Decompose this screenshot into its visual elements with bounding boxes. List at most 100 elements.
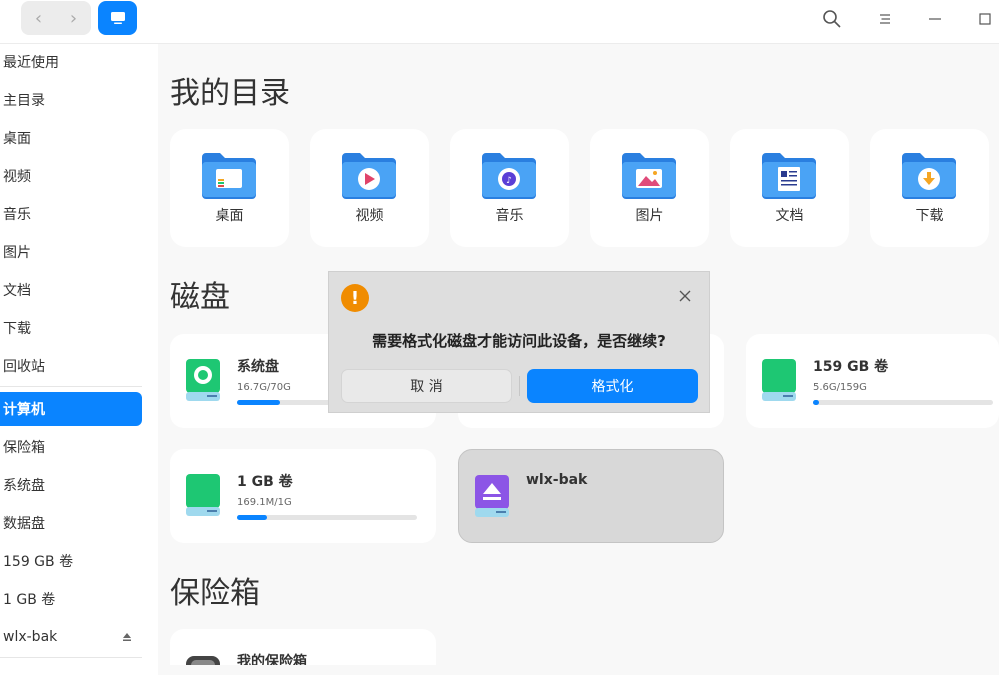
search-button[interactable] — [819, 6, 845, 32]
sidebar-item-label: 159 GB 卷 — [3, 554, 74, 570]
warning-icon: ! — [341, 284, 369, 312]
sidebar-item-label: 下载 — [3, 321, 31, 337]
dialog-message: 需要格式化磁盘才能访问此设备，是否继续? — [372, 332, 666, 350]
close-icon[interactable] — [677, 288, 693, 304]
folder-label: 下载 — [915, 208, 944, 224]
chevron-left-icon: ‹ — [34, 7, 43, 29]
folder-label: 文档 — [775, 208, 804, 224]
forward-button[interactable]: › — [56, 1, 91, 35]
sidebar-item-computer[interactable]: 计算机 — [0, 392, 142, 426]
volume-disk-icon — [186, 474, 220, 516]
sidebar-item-label: 文档 — [3, 283, 31, 299]
menu-icon — [880, 14, 890, 24]
monitor-icon — [110, 12, 125, 24]
folder-label: 视频 — [355, 208, 384, 224]
cancel-button[interactable]: 取 消 — [341, 369, 512, 403]
disk-usage-fill — [237, 400, 281, 405]
sidebar-item-label: 系统盘 — [3, 478, 45, 494]
sidebar-item-data-disk[interactable]: 数据盘 — [0, 506, 142, 540]
sidebar-divider — [0, 386, 142, 387]
sidebar-item-label: 计算机 — [3, 402, 45, 418]
disk-card-1gb[interactable]: 1 GB 卷 169.1M/1G — [170, 449, 436, 543]
folder-card-pictures[interactable]: 图片 — [590, 129, 709, 247]
sidebar-item-downloads[interactable]: 下载 — [0, 311, 142, 345]
maximize-button[interactable] — [972, 6, 998, 32]
format-button[interactable]: 格式化 — [527, 369, 698, 403]
sidebar-item-videos[interactable]: 视频 — [0, 159, 142, 193]
sidebar-item-desktop[interactable]: 桌面 — [0, 121, 142, 155]
sidebar-item-label: wlx-bak — [3, 629, 58, 645]
folder-label: 图片 — [635, 208, 664, 224]
music-folder-icon: ♪ — [482, 153, 536, 199]
button-divider — [519, 376, 520, 396]
sidebar-item-1gb-volume[interactable]: 1 GB 卷 — [0, 582, 142, 616]
sidebar-item-vault[interactable]: 保险箱 — [0, 430, 142, 464]
sidebar-item-pictures[interactable]: 图片 — [0, 235, 142, 269]
download-folder-icon — [902, 153, 956, 199]
sidebar-item-music[interactable]: 音乐 — [0, 197, 142, 231]
vault-card[interactable]: 我的保险箱 — [170, 629, 436, 665]
folder-card-videos[interactable]: 视频 — [310, 129, 429, 247]
disk-name: 159 GB 卷 — [813, 359, 889, 375]
sidebar-item-trash[interactable]: 回收站 — [0, 349, 142, 383]
sidebar-item-159gb-volume[interactable]: 159 GB 卷 — [0, 544, 142, 578]
sidebar-item-label: 回收站 — [3, 359, 45, 375]
sidebar-item-documents[interactable]: 文档 — [0, 273, 142, 307]
format-dialog: ! 需要格式化磁盘才能访问此设备，是否继续? 取 消 格式化 — [328, 271, 710, 413]
sidebar-item-label: 音乐 — [3, 207, 31, 223]
sidebar-item-label: 桌面 — [3, 131, 31, 147]
search-icon — [823, 10, 841, 28]
picture-folder-icon — [622, 153, 676, 199]
sidebar: 最近使用 主目录 桌面 视频 音乐 图片 文档 下载 回收站 计算机 保险箱 系… — [0, 44, 158, 675]
removable-disk-icon — [475, 475, 509, 517]
back-button[interactable]: ‹ — [21, 1, 56, 35]
sidebar-item-home[interactable]: 主目录 — [0, 83, 142, 117]
folder-label: 音乐 — [495, 208, 524, 224]
title-bar: ‹ › — [0, 0, 999, 44]
sidebar-item-recent[interactable]: 最近使用 — [0, 45, 142, 79]
sidebar-item-system-disk[interactable]: 系统盘 — [0, 468, 142, 502]
disk-name: 1 GB 卷 — [237, 474, 293, 490]
sidebar-item-label: 最近使用 — [3, 55, 59, 71]
video-folder-icon — [342, 153, 396, 199]
disk-card-159gb[interactable]: 159 GB 卷 5.6G/159G — [746, 334, 999, 428]
disk-usage-fill — [237, 515, 267, 520]
disk-card-wlx-bak[interactable]: wlx-bak — [458, 449, 724, 543]
folder-card-desktop[interactable]: 桌面 — [170, 129, 289, 247]
disk-name: wlx-bak — [526, 472, 588, 488]
vault-icon — [186, 656, 220, 665]
sidebar-item-wlx-bak[interactable]: wlx-bak — [0, 620, 142, 654]
vault-name: 我的保险箱 — [237, 654, 307, 665]
document-folder-icon — [762, 153, 816, 199]
minimize-button[interactable] — [922, 6, 948, 32]
disk-name: 系统盘 — [237, 359, 279, 375]
folder-card-documents[interactable]: 文档 — [730, 129, 849, 247]
eject-icon[interactable] — [122, 632, 132, 642]
sidebar-divider — [0, 657, 142, 658]
system-disk-icon — [186, 359, 220, 401]
sidebar-item-label: 保险箱 — [3, 440, 45, 456]
view-mode-button[interactable] — [98, 1, 137, 35]
disks-title: 磁盘 — [170, 280, 230, 315]
sidebar-item-label: 数据盘 — [3, 516, 45, 532]
minimize-icon — [929, 18, 941, 20]
sidebar-item-label: 视频 — [3, 169, 31, 185]
folder-card-music[interactable]: ♪ 音乐 — [450, 129, 569, 247]
svg-text:♪: ♪ — [506, 176, 512, 186]
disk-usage-fill — [813, 400, 820, 405]
desktop-folder-icon — [202, 153, 256, 199]
disk-usage: 16.7G/70G — [237, 382, 291, 393]
volume-disk-icon — [762, 359, 796, 401]
disk-usage-bar — [237, 515, 417, 520]
folder-card-downloads[interactable]: 下载 — [870, 129, 989, 247]
my-directories-title: 我的目录 — [170, 76, 290, 111]
sidebar-item-label: 主目录 — [3, 93, 45, 109]
main-menu-button[interactable] — [872, 6, 898, 32]
vault-title: 保险箱 — [170, 576, 260, 611]
sidebar-item-label: 图片 — [3, 245, 31, 261]
disk-usage-bar — [813, 400, 993, 405]
sidebar-item-label: 1 GB 卷 — [3, 592, 56, 608]
nav-button-group: ‹ › — [21, 1, 91, 35]
disk-usage: 5.6G/159G — [813, 382, 867, 393]
maximize-icon — [979, 13, 991, 25]
